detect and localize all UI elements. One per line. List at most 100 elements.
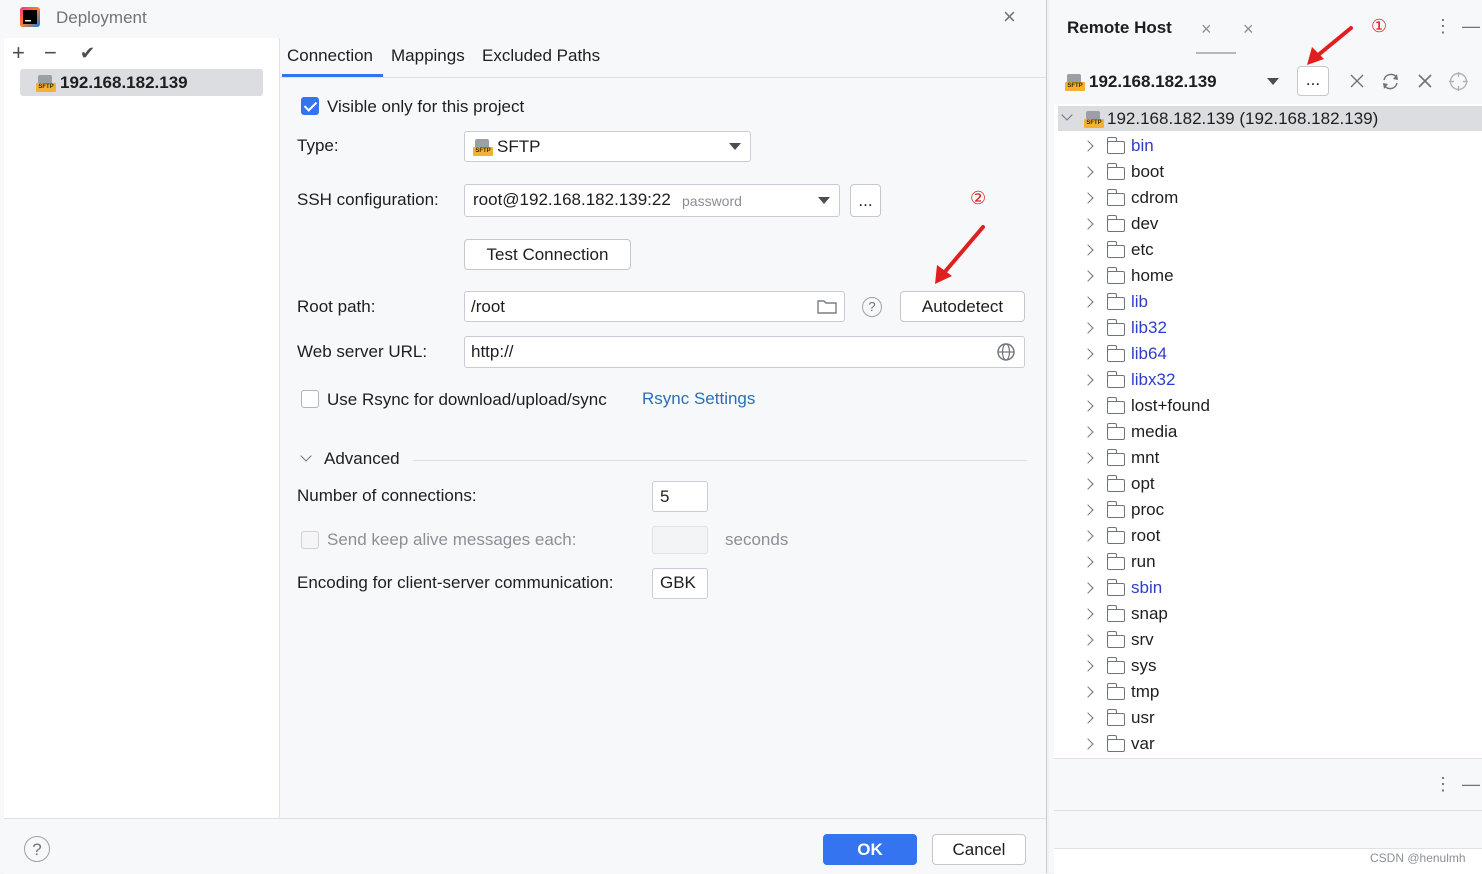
folder-icon <box>1106 683 1125 700</box>
folder-icon <box>1106 657 1125 674</box>
close-tab-icon[interactable]: × <box>1201 19 1212 39</box>
panel-divider <box>1054 758 1482 759</box>
tree-folder-label: usr <box>1131 708 1155 727</box>
folder-icon <box>1106 553 1125 570</box>
help-icon[interactable]: ? <box>24 836 50 862</box>
advanced-section-label[interactable]: Advanced <box>324 449 400 469</box>
tree-folder-label: root <box>1131 526 1161 545</box>
tree-folder-label: lib <box>1131 292 1149 311</box>
tree-folder-label: sbin <box>1131 578 1163 597</box>
sftp-icon: SFTP <box>36 74 56 92</box>
keep-alive-input[interactable] <box>652 526 708 554</box>
tree-folder-label: lib64 <box>1131 344 1167 363</box>
test-connection-button[interactable]: Test Connection <box>464 239 631 270</box>
annotation-marker-1: ① <box>1371 16 1388 36</box>
close-icon[interactable] <box>1417 73 1433 89</box>
annotation-marker-2: ② <box>970 188 987 208</box>
tree-folder-label: dev <box>1131 214 1159 233</box>
folder-icon <box>1106 735 1125 752</box>
sftp-icon: SFTP <box>473 138 493 156</box>
folder-icon <box>1106 189 1125 206</box>
root-path-label: Root path: <box>297 297 376 316</box>
refresh-icon[interactable] <box>1380 71 1401 92</box>
locate-icon[interactable] <box>1448 71 1469 92</box>
tree-folder-label: proc <box>1131 500 1165 519</box>
use-rsync-checkbox[interactable] <box>301 390 319 408</box>
active-tab-indicator <box>1196 52 1236 54</box>
close-icon[interactable]: × <box>1003 6 1016 28</box>
close-icon[interactable]: × <box>1243 19 1254 39</box>
web-server-url-value: http:// <box>471 342 514 361</box>
folder-icon <box>1106 475 1125 492</box>
minimize-icon[interactable]: — <box>1462 774 1480 794</box>
tree-folder-label: boot <box>1131 162 1165 181</box>
tree-folder-label: lost+found <box>1131 396 1210 415</box>
ok-button[interactable]: OK <box>823 834 917 865</box>
number-of-connections-label: Number of connections: <box>297 486 477 505</box>
tree-root-label: 192.168.182.139 (192.168.182.139) <box>1107 109 1379 128</box>
encoding-value: GBK <box>660 573 696 592</box>
tree-folder-label: run <box>1131 552 1156 571</box>
folder-icon <box>1106 163 1125 180</box>
tree-folder-label: lib32 <box>1131 318 1167 337</box>
autodetect-button[interactable]: Autodetect <box>900 291 1025 322</box>
folder-icon <box>1106 137 1125 154</box>
folder-icon <box>1106 371 1125 388</box>
root-path-input[interactable] <box>464 291 845 322</box>
folder-icon <box>1106 267 1125 284</box>
set-default-check-icon[interactable]: ✔ <box>80 40 95 66</box>
type-label: Type: <box>297 136 339 155</box>
sftp-icon: SFTP <box>1084 110 1104 128</box>
panel-divider <box>1054 810 1482 811</box>
watermark-text: CSDN @henulmh <box>1370 851 1466 865</box>
tab-mappings[interactable]: Mappings <box>391 46 465 66</box>
tree-folder-label: tmp <box>1131 682 1160 701</box>
dialog-titlebar <box>0 0 1046 36</box>
web-server-url-label: Web server URL: <box>297 342 428 361</box>
server-list-item-label: 192.168.182.139 <box>60 73 188 92</box>
ssh-configuration-label: SSH configuration: <box>297 190 439 209</box>
tree-folder-label: media <box>1131 422 1178 441</box>
tree-folder-label: etc <box>1131 240 1154 259</box>
host-select[interactable]: 192.168.182.139 <box>1089 72 1217 92</box>
cancel-button[interactable]: Cancel <box>932 834 1026 865</box>
intellij-logo-icon <box>20 7 40 27</box>
tree-folder-label: bin <box>1131 136 1154 155</box>
folder-icon <box>1106 345 1125 362</box>
rsync-settings-link[interactable]: Rsync Settings <box>642 389 755 409</box>
remove-server-icon[interactable]: − <box>44 40 57 66</box>
tree-folder-label: srv <box>1131 630 1154 649</box>
folder-browse-icon[interactable] <box>817 298 837 314</box>
folder-icon <box>1106 605 1125 622</box>
root-path-value: /root <box>471 297 506 316</box>
more-options-icon[interactable]: ⋮ <box>1434 16 1452 36</box>
annotation-arrow-2 <box>935 225 985 284</box>
advanced-divider <box>413 460 1027 461</box>
folder-icon <box>1106 709 1125 726</box>
chevron-down-icon[interactable] <box>1267 78 1279 85</box>
tabs-divider <box>280 77 1046 78</box>
tab-connection[interactable]: Connection <box>287 46 373 66</box>
tab-excluded-paths[interactable]: Excluded Paths <box>482 46 600 66</box>
help-icon[interactable]: ? <box>862 297 882 317</box>
globe-icon[interactable] <box>996 342 1016 362</box>
folder-icon <box>1106 527 1125 544</box>
visible-only-checkbox[interactable] <box>301 97 319 115</box>
annotation-arrow-1 <box>1307 26 1353 65</box>
chevron-down-icon <box>729 143 741 150</box>
folder-icon <box>1106 449 1125 466</box>
more-options-icon[interactable]: ⋮ <box>1434 774 1452 794</box>
ssh-configurations-button[interactable]: ... <box>850 184 881 217</box>
encoding-label: Encoding for client-server communication… <box>297 573 614 592</box>
collapse-all-icon[interactable] <box>1349 73 1365 89</box>
folder-icon <box>1106 579 1125 596</box>
add-server-icon[interactable]: + <box>12 40 25 66</box>
chevron-down-icon <box>818 197 830 204</box>
folder-icon <box>1106 293 1125 310</box>
minimize-icon[interactable]: — <box>1462 16 1480 36</box>
keep-alive-checkbox[interactable] <box>301 531 319 549</box>
tree-folder-label: home <box>1131 266 1174 285</box>
browse-servers-button[interactable]: ... <box>1297 66 1329 96</box>
web-server-url-input[interactable] <box>464 336 1025 368</box>
folder-icon <box>1106 423 1125 440</box>
